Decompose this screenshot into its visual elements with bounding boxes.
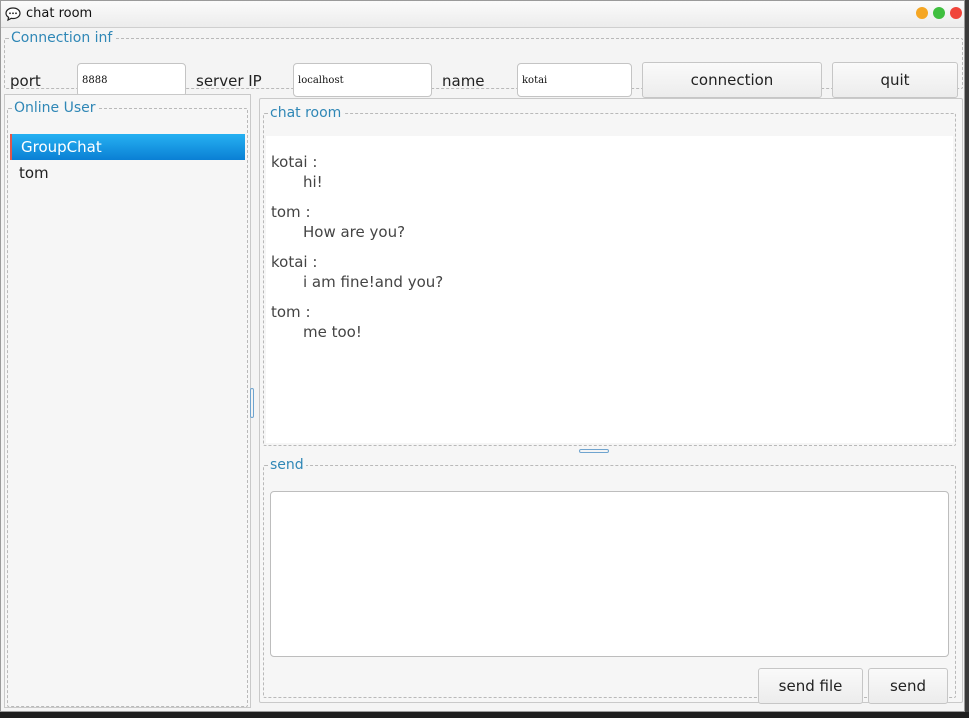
message-text: How are you? <box>303 223 406 241</box>
quit-button[interactable]: quit <box>832 62 958 98</box>
chat-message: tom : me too! <box>271 302 953 342</box>
chat-room-panel: chat room kotai : hi! tom : How are you?… <box>263 106 956 446</box>
vertical-splitter-handle[interactable] <box>250 388 254 418</box>
server-ip-input[interactable] <box>293 63 432 97</box>
speech-bubble-icon <box>5 7 21 22</box>
minimize-icon[interactable] <box>916 7 928 19</box>
connection-legend: Connection inf <box>11 30 113 46</box>
message-sender: kotai : <box>271 253 318 271</box>
user-item-tom[interactable]: tom <box>10 160 245 186</box>
connection-panel: Connection inf port server IP name conne… <box>4 30 963 98</box>
send-button[interactable]: send <box>868 668 948 704</box>
chat-log[interactable]: kotai : hi! tom : How are you? kotai : i… <box>266 136 953 443</box>
message-text: me too! <box>303 323 362 341</box>
message-sender: kotai : <box>271 153 318 171</box>
title-bar[interactable]: chat room <box>1 1 964 28</box>
maximize-icon[interactable] <box>933 7 945 19</box>
send-panel: send send file send <box>263 457 956 704</box>
send-file-button[interactable]: send file <box>758 668 863 704</box>
message-input[interactable] <box>270 491 949 657</box>
horizontal-splitter-handle[interactable] <box>579 449 609 453</box>
message-text: i am fine!and you? <box>303 273 444 291</box>
user-list[interactable]: GroupChat tom <box>10 133 245 704</box>
desktop-strip <box>0 712 969 718</box>
name-label: name <box>442 72 485 90</box>
message-sender: tom : <box>271 203 311 221</box>
connection-button[interactable]: connection <box>642 62 822 98</box>
server-ip-label: server IP <box>196 72 262 90</box>
chat-message: tom : How are you? <box>271 202 953 242</box>
send-legend: send <box>270 457 304 473</box>
online-user-panel: Online User GroupChat tom <box>7 101 248 707</box>
chat-message: kotai : i am fine!and you? <box>271 252 953 292</box>
name-input[interactable] <box>517 63 632 97</box>
message-sender: tom : <box>271 303 311 321</box>
window-title: chat room <box>26 6 93 21</box>
desktop-edge <box>965 0 969 712</box>
message-text: hi! <box>303 173 323 191</box>
port-label: port <box>10 72 41 90</box>
chat-room-legend: chat room <box>270 105 342 121</box>
online-user-legend: Online User <box>14 100 96 116</box>
port-input[interactable] <box>77 63 186 97</box>
chat-window: chat room Connection inf port server IP … <box>0 0 965 712</box>
user-item-groupchat[interactable]: GroupChat <box>10 134 245 160</box>
chat-message: kotai : hi! <box>271 152 953 192</box>
close-icon[interactable] <box>950 7 962 19</box>
